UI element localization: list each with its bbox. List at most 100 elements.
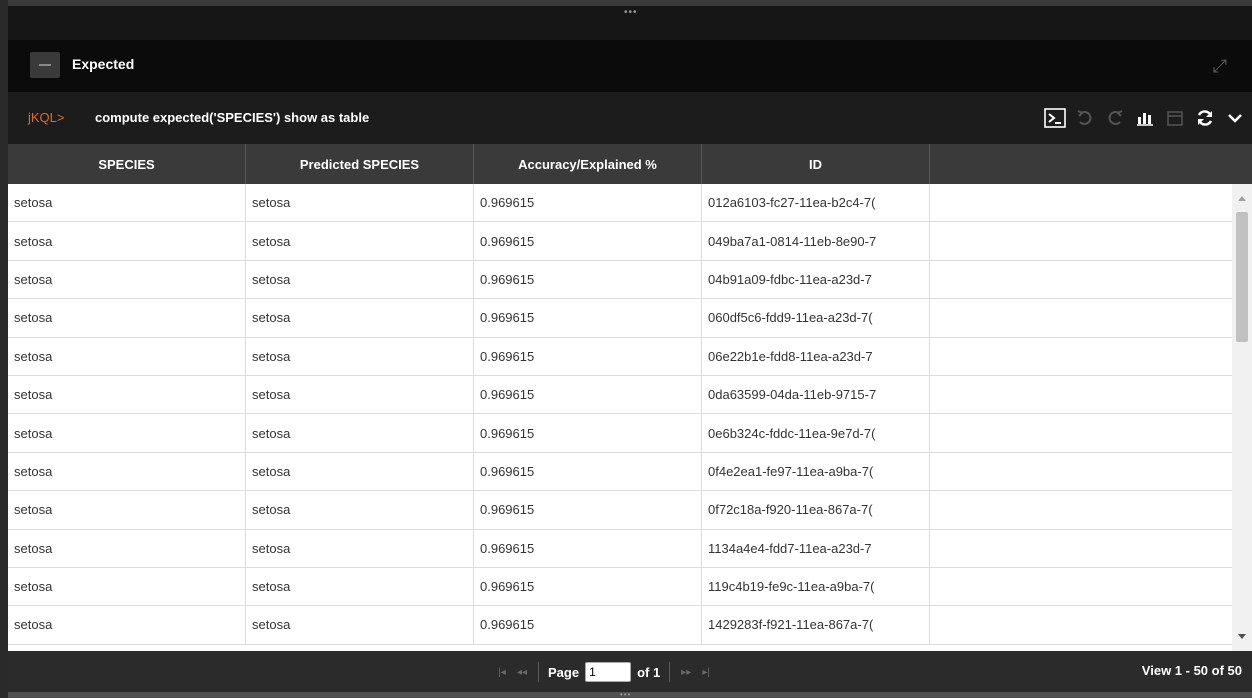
panel-title-bar: Expected ⤢ xyxy=(8,40,1252,92)
scroll-up-icon[interactable] xyxy=(1238,196,1246,201)
pager-separator xyxy=(538,662,539,682)
table-row[interactable]: setosa setosa 0.969615 04b91a09-fdbc-11e… xyxy=(8,260,1232,300)
table-row[interactable]: setosa setosa 0.969615 06e22b1e-fdd8-11e… xyxy=(8,337,1232,376)
table-filler xyxy=(930,453,1232,490)
table-cell: setosa xyxy=(8,567,246,606)
table-cell: 0f4e2ea1-fe97-11ea-a9ba-7( xyxy=(702,452,930,491)
table-cell: 0.969615 xyxy=(474,337,702,375)
pager-separator xyxy=(669,662,671,682)
terminal-icon[interactable] xyxy=(1044,107,1066,129)
table-cell: 119c4b19-fe9c-11ea-a9ba-7( xyxy=(702,567,930,606)
expand-icon[interactable]: ⤢ xyxy=(1208,54,1232,78)
collapse-button[interactable] xyxy=(30,52,60,78)
table-body: setosa setosa 0.969615 012a6103-fc27-11e… xyxy=(8,184,1232,651)
table-cell: 0.969615 xyxy=(474,260,702,299)
grip-dots-icon: ••• xyxy=(624,7,638,18)
vertical-scrollbar[interactable] xyxy=(1232,184,1252,651)
table-row[interactable]: setosa setosa 0.969615 012a6103-fc27-11e… xyxy=(8,184,1232,223)
table-cell: setosa xyxy=(246,337,474,375)
table-cell: 0.969615 xyxy=(474,452,702,491)
result-toolbar xyxy=(1044,104,1246,132)
command-bar: jKQL> compute expected('SPECIES') show a… xyxy=(8,92,1252,144)
table-cell: 0.969615 xyxy=(474,299,702,337)
table-cell: 0.969615 xyxy=(474,222,702,260)
table-cell: setosa xyxy=(246,491,474,529)
column-header-species[interactable]: SPECIES xyxy=(8,144,246,184)
chart-icon[interactable] xyxy=(1134,107,1156,129)
table-cell: setosa xyxy=(246,299,474,337)
table-filler xyxy=(930,222,1232,259)
table-cell: setosa xyxy=(246,606,474,644)
table-header: SPECIES Predicted SPECIES Accuracy/Expla… xyxy=(8,144,1252,184)
table-row[interactable]: setosa setosa 0.969615 1429283f-f921-11e… xyxy=(8,606,1232,645)
command-prompt: jKQL> xyxy=(28,110,65,125)
last-page-icon[interactable]: ▸| xyxy=(699,667,713,678)
table-cell: 0da63599-04da-11eb-9715-7 xyxy=(702,375,930,414)
table-cell: 06e22b1e-fdd8-11ea-a23d-7 xyxy=(702,337,930,375)
table-cell: setosa xyxy=(246,375,474,414)
panel-title: Expected xyxy=(72,56,135,72)
table-filler xyxy=(930,414,1232,451)
table-cell: 0.969615 xyxy=(474,491,702,529)
record-count: View 1 - 50 of 50 xyxy=(1141,663,1242,678)
refresh-icon[interactable] xyxy=(1194,107,1216,129)
table-cell: 0.969615 xyxy=(474,375,702,414)
page-label: Page xyxy=(548,664,580,680)
table-row[interactable]: setosa setosa 0.969615 060df5c6-fdd9-11e… xyxy=(8,299,1232,338)
table-row[interactable]: setosa setosa 0.969615 049ba7a1-0814-11e… xyxy=(8,222,1232,261)
table-cell: 0.969615 xyxy=(474,567,702,606)
table-filler xyxy=(930,261,1232,298)
chevron-down-icon[interactable] xyxy=(1224,107,1246,129)
table-cell: 0.969615 xyxy=(474,184,702,222)
table-cell: setosa xyxy=(8,491,246,529)
table-cell: setosa xyxy=(8,375,246,414)
table-cell: setosa xyxy=(8,337,246,375)
prev-page-icon[interactable]: ◂◂ xyxy=(515,667,529,678)
table-cell: setosa xyxy=(8,606,246,644)
table-row[interactable]: setosa setosa 0.969615 119c4b19-fe9c-11e… xyxy=(8,567,1232,607)
table-cell: 0.969615 xyxy=(474,606,702,644)
calendar-icon[interactable] xyxy=(1164,107,1186,129)
table-cell: setosa xyxy=(8,414,246,452)
pagination-bar: |◂ ◂◂ Page of 1 ▸▸ ▸| View 1 - 50 of 50 xyxy=(8,651,1252,692)
first-page-icon[interactable]: |◂ xyxy=(495,667,509,678)
table-row[interactable]: setosa setosa 0.969615 1134a4e4-fdd7-11e… xyxy=(8,529,1232,568)
left-border xyxy=(0,0,8,698)
table-cell: setosa xyxy=(246,567,474,606)
table-cell: setosa xyxy=(8,529,246,567)
table-filler xyxy=(930,491,1232,528)
table-cell: setosa xyxy=(8,184,246,222)
table-cell: setosa xyxy=(8,260,246,299)
table-cell: 0.969615 xyxy=(474,414,702,452)
column-header-id[interactable]: ID xyxy=(702,144,930,184)
table-row[interactable]: setosa setosa 0.969615 0f72c18a-f920-11e… xyxy=(8,491,1232,530)
table-row[interactable]: setosa setosa 0.969615 0da63599-04da-11e… xyxy=(8,375,1232,415)
table-cell: setosa xyxy=(246,184,474,222)
table-row[interactable]: setosa setosa 0.969615 0e6b324c-fddc-11e… xyxy=(8,414,1232,453)
table-filler xyxy=(930,184,1232,221)
scroll-down-icon[interactable] xyxy=(1238,634,1246,639)
scrollbar-thumb[interactable] xyxy=(1236,212,1248,342)
table-cell: setosa xyxy=(246,414,474,452)
table-filler xyxy=(930,338,1232,375)
undo-icon[interactable] xyxy=(1074,107,1096,129)
table-filler xyxy=(930,606,1232,643)
page-number-input[interactable] xyxy=(585,662,632,682)
table-cell: 012a6103-fc27-11ea-b2c4-7( xyxy=(702,184,930,222)
column-header-predicted-species[interactable]: Predicted SPECIES xyxy=(246,144,474,184)
command-text[interactable]: compute expected('SPECIES') show as tabl… xyxy=(95,110,369,125)
table-cell: 04b91a09-fdbc-11ea-a23d-7 xyxy=(702,260,930,299)
table-cell: setosa xyxy=(246,452,474,491)
column-header-accuracy[interactable]: Accuracy/Explained % xyxy=(474,144,702,184)
pager-nav: |◂ ◂◂ Page of 1 ▸▸ ▸| xyxy=(495,662,713,682)
table-row[interactable]: setosa setosa 0.969615 0f4e2ea1-fe97-11e… xyxy=(8,452,1232,492)
kql-result-panel: ••• Expected ⤢ jKQL> compute expected('S… xyxy=(0,0,1252,699)
table-cell: 060df5c6-fdd9-11ea-a23d-7( xyxy=(702,299,930,337)
page-count-label: of 1 xyxy=(637,664,661,680)
table-filler xyxy=(930,376,1232,413)
redo-icon[interactable] xyxy=(1104,107,1126,129)
next-page-icon[interactable]: ▸▸ xyxy=(679,667,693,678)
table-cell: 0e6b324c-fddc-11ea-9e7d-7( xyxy=(702,414,930,452)
table-cell: setosa xyxy=(246,529,474,567)
resize-handle-top[interactable]: ••• xyxy=(8,0,1252,40)
